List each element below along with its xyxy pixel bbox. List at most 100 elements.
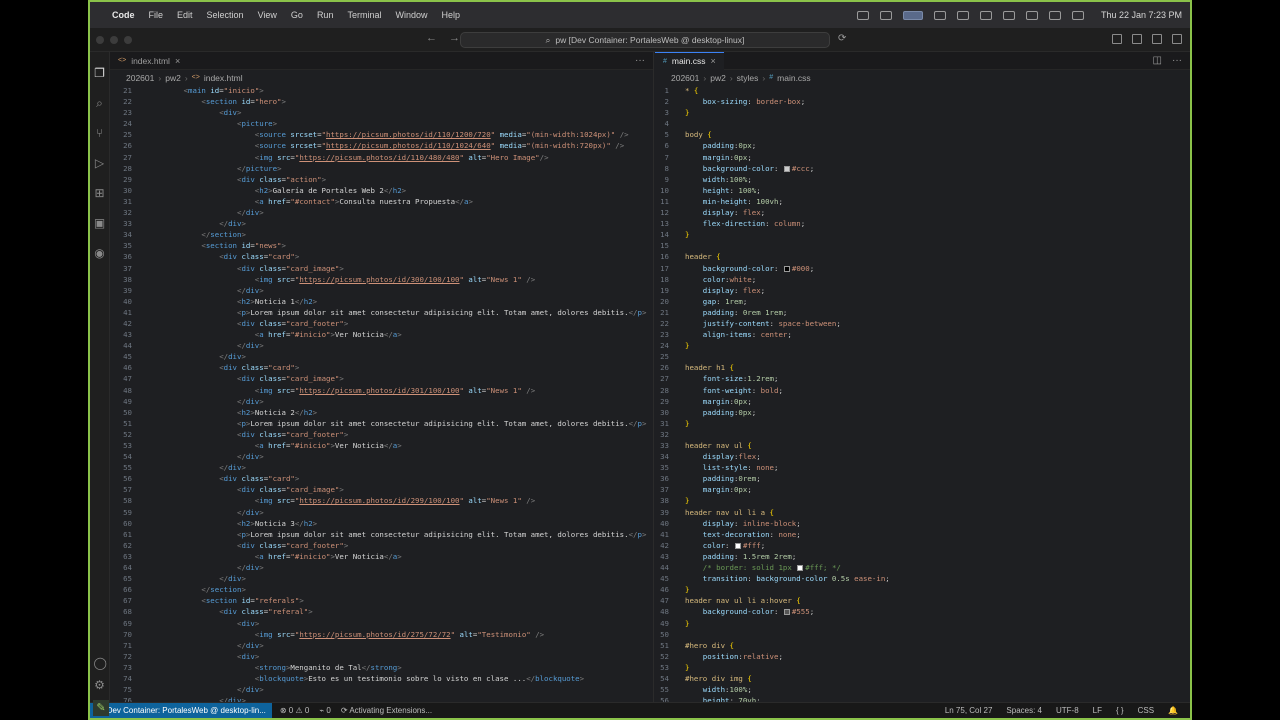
code-line[interactable]: 23 <div> (110, 107, 653, 118)
code-line[interactable]: 72 <div> (110, 651, 653, 662)
code-line[interactable]: 69 <div> (110, 618, 653, 629)
code-line[interactable]: 33 </div> (110, 218, 653, 229)
code-line[interactable]: 19 display: flex; (655, 285, 1190, 296)
code-line[interactable]: 37 margin:0px; (655, 484, 1190, 495)
menu-view[interactable]: View (258, 10, 277, 20)
wifi-icon[interactable] (979, 10, 992, 20)
edit-pencil-icon[interactable]: ✎ (93, 700, 109, 716)
code-line[interactable]: 54 #hero div img { (655, 673, 1190, 684)
code-line[interactable]: 53 <a href="#inicio">Ver Noticia</a> (110, 440, 653, 451)
code-line[interactable]: 37 <div class="card_image"> (110, 263, 653, 274)
menu-go[interactable]: Go (291, 10, 303, 20)
code-line[interactable]: 39 </div> (110, 285, 653, 296)
toggle-panel-icon[interactable] (1132, 34, 1142, 44)
notifications-icon[interactable]: 🔔 (1168, 706, 1178, 715)
color-swatch[interactable] (797, 565, 804, 572)
breadcrumb-item[interactable]: index.html (204, 73, 243, 83)
code-line[interactable]: 48 background-color: #555; (655, 606, 1190, 617)
code-line[interactable]: 52 <div class="card_footer"> (110, 429, 653, 440)
problems-indicator[interactable]: ⊗ 0 ⚠ 0 (280, 706, 309, 715)
code-line[interactable]: 15 (655, 240, 1190, 251)
code-line[interactable]: 20 gap: 1rem; (655, 296, 1190, 307)
code-line[interactable]: 48 <img src="https://picsum.photos/id/301… (110, 385, 653, 396)
menu-terminal[interactable]: Terminal (347, 10, 381, 20)
indentation[interactable]: Spaces: 4 (1006, 706, 1042, 715)
code-line[interactable]: 46 <div class="card"> (110, 362, 653, 373)
code-line[interactable]: 32 (655, 429, 1190, 440)
end-of-line[interactable]: LF (1093, 706, 1102, 715)
close-window-icon[interactable] (96, 35, 104, 44)
back-arrow-icon[interactable]: ← (426, 32, 437, 44)
settings-gear-icon[interactable]: ⚙ (94, 679, 106, 691)
code-line[interactable]: 27 <img src="https://picsum.photos/id/110… (110, 152, 653, 163)
code-line[interactable]: 27 font-size:1.2rem; (655, 373, 1190, 384)
zoom-window-icon[interactable] (124, 35, 132, 44)
translate-icon[interactable] (956, 10, 969, 20)
toggle-secondary-sidebar-icon[interactable] (1152, 34, 1162, 44)
code-line[interactable]: 67 <section id="referals"> (110, 595, 653, 606)
source-control-icon[interactable]: ⑂ (94, 127, 106, 139)
code-line[interactable]: 35 list-style: none; (655, 462, 1190, 473)
code-line[interactable]: 30 padding:0px; (655, 407, 1190, 418)
code-line[interactable]: 10 height: 100%; (655, 185, 1190, 196)
toggle-sidebar-icon[interactable] (1112, 34, 1122, 44)
customize-layout-icon[interactable] (1172, 34, 1182, 44)
code-line[interactable]: 1 * { (655, 85, 1190, 96)
sync-icon[interactable] (879, 10, 892, 20)
code-line[interactable]: 16 header { (655, 251, 1190, 262)
code-line[interactable]: 2 box-sizing: border-box; (655, 96, 1190, 107)
code-line[interactable]: 70 <img src="https://picsum.photos/id/275… (110, 629, 653, 640)
minimize-window-icon[interactable] (110, 35, 118, 44)
code-line[interactable]: 34 </section> (110, 229, 653, 240)
code-line[interactable]: 55 width:100%; (655, 684, 1190, 695)
code-line[interactable]: 23 align-items: center; (655, 329, 1190, 340)
code-line[interactable]: 36 <div class="card"> (110, 251, 653, 262)
close-icon[interactable]: × (710, 56, 715, 66)
code-line[interactable]: 43 <a href="#inicio">Ver Noticia</a> (110, 329, 653, 340)
code-line[interactable]: 59 </div> (110, 507, 653, 518)
code-line[interactable]: 3} (655, 107, 1190, 118)
menu-window[interactable]: Window (395, 10, 427, 20)
code-line[interactable]: 42 <div class="card_footer"> (110, 318, 653, 329)
edge-devtools-icon[interactable]: ◉ (94, 247, 106, 259)
code-line[interactable]: 66 </section> (110, 584, 653, 595)
code-line[interactable]: 5 body { (655, 129, 1190, 140)
code-line[interactable]: 46} (655, 584, 1190, 595)
code-line[interactable]: 38 <img src="https://picsum.photos/id/300… (110, 274, 653, 285)
code-line[interactable]: 47 header nav ul li a:hover { (655, 595, 1190, 606)
breadcrumb-item[interactable]: main.css (777, 73, 811, 83)
search-icon[interactable]: ⌕ (94, 97, 106, 109)
code-line[interactable]: 51 #hero div { (655, 640, 1190, 651)
breadcrumb-item[interactable]: styles (737, 73, 759, 83)
code-line[interactable]: 42 color: #fff; (655, 540, 1190, 551)
code-line[interactable]: 71 </div> (110, 640, 653, 651)
code-line[interactable]: 68 <div class="referal"> (110, 606, 653, 617)
code-line[interactable]: 51 <p>Lorem ipsum dolor sit amet consecte… (110, 418, 653, 429)
code-line[interactable]: 29 margin:0px; (655, 396, 1190, 407)
account-icon[interactable]: ◯ (94, 657, 107, 669)
code-line[interactable]: 73 <strong>Menganito de Tal</strong> (110, 662, 653, 673)
code-line[interactable]: 38} (655, 495, 1190, 506)
search-icon[interactable] (1071, 10, 1084, 20)
code-line[interactable]: 53} (655, 662, 1190, 673)
menu-edit[interactable]: Edit (177, 10, 193, 20)
control-center-icon[interactable] (1048, 10, 1061, 20)
code-line[interactable]: 13 flex-direction: column; (655, 218, 1190, 229)
code-area-html[interactable]: 21 <main id="inicio"> 22 <section id="hero"… (110, 85, 653, 702)
code-line[interactable]: 64 </div> (110, 562, 653, 573)
activity-status[interactable]: ⟳ Activating Extensions... (341, 706, 432, 715)
code-line[interactable]: 21 padding: 0rem 1rem; (655, 307, 1190, 318)
code-line[interactable]: 56 <div class="card"> (110, 473, 653, 484)
code-line[interactable]: 45 transition: background-color 0.5s ease… (655, 573, 1190, 584)
color-swatch[interactable] (783, 165, 790, 172)
code-line[interactable]: 22 justify-content: space-between; (655, 318, 1190, 329)
code-line[interactable]: 57 <div class="card_image"> (110, 484, 653, 495)
record-icon[interactable] (856, 10, 869, 20)
menu-run[interactable]: Run (317, 10, 334, 20)
code-line[interactable]: 8 background-color: #ccc; (655, 163, 1190, 174)
remote-indicator[interactable]: ⇌ Dev Container: PortalesWeb @ desktop-l… (90, 702, 272, 718)
run-debug-icon[interactable]: ▷ (94, 157, 106, 169)
code-line[interactable]: 28 </picture> (110, 163, 653, 174)
code-line[interactable]: 75 </div> (110, 684, 653, 695)
code-line[interactable]: 74 <blockquote>Esto es un testimonio sobr… (110, 673, 653, 684)
